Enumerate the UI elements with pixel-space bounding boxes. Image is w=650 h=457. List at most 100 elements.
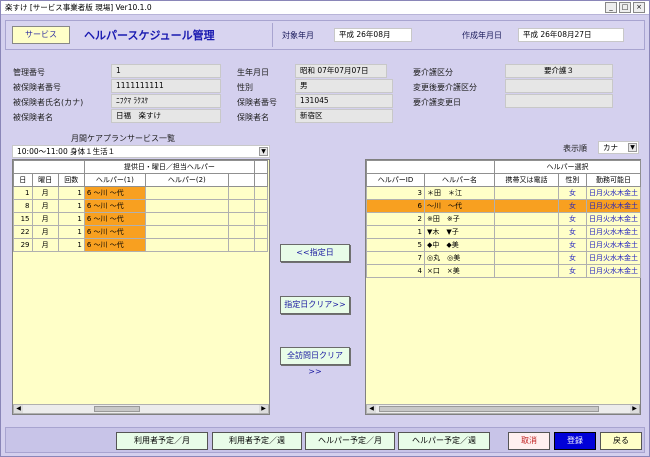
cell-helper2[interactable] [144, 238, 229, 252]
cell-helper1[interactable]: 6 〜川 〜代 [83, 225, 146, 239]
cell-empty [227, 199, 255, 213]
insured-name-label: 被保険者名 [13, 113, 53, 122]
cell-helper1[interactable]: 6 〜川 〜代 [83, 186, 146, 200]
table-row[interactable]: 1月16 〜川 〜代 [13, 186, 269, 200]
app-window: 楽すけ [サービス事業者版 現場] Ver10.1.0 _ □ × サービス ヘ… [0, 0, 650, 457]
scroll-left-icon[interactable]: ◀ [14, 405, 23, 413]
order-select-value: カナ [603, 143, 618, 152]
cell-empty [227, 225, 255, 239]
clear-date-button[interactable]: 指定日クリア>> [280, 296, 350, 314]
assign-date-button[interactable]: <<指定日 [280, 244, 350, 262]
chevron-down-icon[interactable]: ▼ [628, 143, 637, 152]
cell-empty [253, 238, 269, 252]
monthly-grid: 提供日・曜日／担当ヘルパー 日 曜日 回数 ヘルパー(1) ヘルパー(2) 1月… [13, 160, 269, 252]
cell-helper1[interactable]: 6 〜川 〜代 [83, 199, 146, 213]
table-row[interactable]: 8月16 〜川 〜代 [13, 199, 269, 213]
cell-helper-name: 〜川 〜代 [424, 199, 495, 213]
scroll-right-icon[interactable]: ▶ [630, 405, 639, 413]
table-row[interactable]: 15 月 1 6 〜川 〜代 [13, 212, 269, 226]
header-bar: サービス ヘルパースケジュール管理 対象年月 平成 26年08月 作成年月日 平… [5, 20, 645, 50]
table-row[interactable]: 5 ◆中 ◆美 女日月火水木金土 [366, 238, 642, 252]
cell-helper1[interactable]: 6 〜川 〜代 [83, 238, 146, 252]
table-row[interactable]: 22 月 1 6 〜川 〜代 [13, 225, 269, 239]
col-header-helper-name: ヘルパー名 [424, 173, 495, 187]
scroll-left-icon[interactable]: ◀ [367, 405, 376, 413]
table-row[interactable]: 6 〜川 〜代 女日月火水木金土 [366, 199, 642, 213]
mgmt-no-label: 管理番号 [13, 68, 45, 77]
cell-workdays: 日月火水木金土 [585, 238, 642, 252]
cell-day: 29 [13, 238, 33, 252]
back-button[interactable]: 戻る [600, 432, 642, 450]
cell-dow: 月 [31, 199, 59, 213]
monthly-group-header: 提供日・曜日／担当ヘルパー [83, 160, 255, 174]
cell-day: 8 [13, 199, 33, 213]
cell-sex: 女 [558, 225, 587, 239]
care-change-label: 変更後要介護区分 [413, 83, 477, 92]
col-header-dow: 曜日 [31, 173, 59, 187]
window-title: 楽すけ [サービス事業者版 現場] Ver10.1.0 [5, 3, 152, 12]
close-icon[interactable]: × [633, 2, 645, 13]
service-button[interactable]: サービス [12, 26, 70, 44]
scroll-right-icon[interactable]: ▶ [259, 405, 268, 413]
cell-sex: 女 [558, 199, 587, 213]
cell-sex: 女 [558, 251, 587, 265]
cell-workdays: 日月火水木金土 [585, 251, 642, 265]
cell-count: 1 [57, 199, 85, 213]
register-button[interactable]: 登録 [554, 432, 596, 450]
cell-helper-id: 7 [366, 251, 425, 265]
insured-no-label: 被保険者番号 [13, 83, 61, 92]
table-row[interactable]: 2 ※田 ※子 女日月火水木金土 [366, 212, 642, 226]
cell-phone [494, 251, 559, 265]
target-month-label: 対象年月 [282, 31, 314, 40]
maximize-icon[interactable]: □ [619, 2, 631, 13]
cancel-button[interactable]: 取消 [508, 432, 550, 450]
insurer-no-label: 保険者番号 [237, 98, 277, 107]
page-title: ヘルパースケジュール管理 [84, 29, 215, 42]
cell-helper-id: 5 [366, 238, 425, 252]
table-row[interactable]: 4 ×口 ×美 女日月火水木金土 [366, 264, 642, 278]
cell-workdays: 日月火水木金土 [585, 186, 642, 200]
user-week-button[interactable]: 利用者予定／週 [212, 432, 302, 450]
cell-dow: 月 [31, 238, 59, 252]
care-level-label: 要介護区分 [413, 68, 453, 77]
birth-label: 生年月日 [237, 68, 269, 77]
scroll-thumb[interactable] [379, 406, 599, 412]
kana-label: 被保険者氏名(カナ) [13, 98, 84, 107]
cell-empty [227, 186, 255, 200]
cell-helper2[interactable] [144, 186, 229, 200]
cell-sex: 女 [558, 264, 587, 278]
order-select[interactable]: カナ ▼ [598, 141, 639, 154]
cell-helper-id: 6 [366, 199, 425, 213]
cell-helper1[interactable]: 6 〜川 〜代 [83, 212, 146, 226]
cell-helper2[interactable] [144, 225, 229, 239]
cell-helper2[interactable] [144, 199, 229, 213]
col-header-workdays: 勤務可能日 [585, 173, 642, 187]
col-header-helper1: ヘルパー(1) [83, 173, 146, 187]
table-row[interactable]: 3 ＊田 ＊江 女日月火水木金土 [366, 186, 642, 200]
cell-sex: 女 [558, 238, 587, 252]
helper-week-button[interactable]: ヘルパー予定／週 [398, 432, 490, 450]
cell-workdays: 日月火水木金土 [585, 225, 642, 239]
table-row[interactable]: 1 ▼木 ▼子 女日月火水木金土 [366, 225, 642, 239]
cell-count: 1 [57, 238, 85, 252]
minimize-icon[interactable]: _ [605, 2, 617, 13]
service-select[interactable]: 10:00～11:00 身体１生活１ ▼ [12, 145, 270, 158]
helper-month-button[interactable]: ヘルパー予定／月 [305, 432, 395, 450]
footer-bar: 利用者予定／月 利用者予定／週 ヘルパー予定／月 ヘルパー予定／週 取消 登録 … [5, 427, 645, 453]
insurer-name-field: 新宿区 [295, 109, 393, 123]
monthly-hscrollbar[interactable]: ◀ ▶ [13, 404, 269, 414]
user-month-button[interactable]: 利用者予定／月 [116, 432, 208, 450]
cell-count: 1 [57, 225, 85, 239]
insured-name-field: 日福 楽すけ [111, 109, 221, 123]
table-row[interactable]: 29 月 1 6 〜川 〜代 [13, 238, 269, 252]
cell-sex: 女 [558, 186, 587, 200]
clear-all-button[interactable]: 全訪問日クリア>> [280, 347, 350, 376]
helper-hscrollbar[interactable]: ◀ ▶ [366, 404, 640, 414]
cell-empty [253, 199, 269, 213]
cell-phone [494, 264, 559, 278]
helper-grid: ヘルパー選択 ヘルパーID ヘルパー名 携帯又は電話 性別 勤務可能日 3 ＊田 … [366, 160, 642, 278]
table-row[interactable]: 7 ◎丸 ◎美 女日月火水木金土 [366, 251, 642, 265]
chevron-down-icon[interactable]: ▼ [259, 147, 268, 156]
cell-helper2[interactable] [144, 212, 229, 226]
scroll-thumb[interactable] [94, 406, 140, 412]
